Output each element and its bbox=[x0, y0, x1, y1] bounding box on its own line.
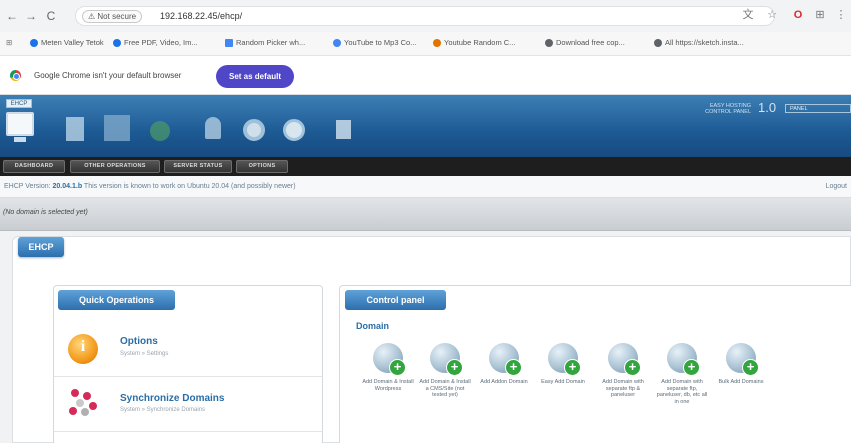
add-domain-icon bbox=[430, 343, 463, 376]
bookmark-icon bbox=[654, 38, 662, 47]
file-icon[interactable] bbox=[336, 120, 351, 139]
url-text[interactable]: 192.168.22.45/ehcp/ bbox=[160, 11, 242, 21]
header-version-number: 1.0 bbox=[758, 100, 777, 115]
sync-dot bbox=[71, 389, 79, 397]
add-domain-icon bbox=[667, 343, 700, 376]
control-panel-title: Control panel bbox=[345, 290, 446, 310]
divider bbox=[54, 431, 322, 432]
add-addon-domain-button[interactable]: Add Addon Domain bbox=[477, 343, 531, 386]
options-link[interactable]: Options bbox=[120, 336, 158, 347]
add-domain-wordpress-button[interactable]: Add Domain & Install Wordpress bbox=[361, 343, 415, 392]
bookmarks-bar: ⊞ Meten Valley Tetok Free PDF, Video, Im… bbox=[0, 32, 851, 56]
bookmark-icon bbox=[30, 38, 38, 47]
sync-dot bbox=[69, 407, 77, 415]
bookmark-7[interactable]: All https://sketch.insta... bbox=[654, 38, 744, 47]
default-browser-infobar: Google Chrome isn't your default browser… bbox=[0, 57, 851, 95]
not-secure-badge[interactable]: ⚠ Not secure bbox=[82, 10, 143, 23]
sync-dot bbox=[89, 402, 97, 410]
ehcp-header: EHCP EASY HOSTING CONTROL PANEL 1.0 PANE… bbox=[0, 95, 851, 157]
chrome-icon bbox=[10, 70, 21, 81]
header-brand-text: EASY HOSTING CONTROL PANEL bbox=[705, 103, 751, 115]
synchronize-domains-link[interactable]: Synchronize Domains bbox=[120, 393, 224, 404]
bulk-add-domains-button[interactable]: Bulk Add Domains bbox=[714, 343, 768, 386]
bookmark-5[interactable]: Youtube Random C... bbox=[433, 38, 515, 47]
domain-section-title: Domain bbox=[356, 321, 390, 331]
bookmark-1[interactable]: Meten Valley Tetok bbox=[30, 38, 104, 47]
bookmark-6[interactable]: Download free cop... bbox=[545, 38, 625, 47]
no-domain-text: (No domain is selected yet) bbox=[3, 209, 88, 216]
sync-dot bbox=[81, 408, 89, 416]
options-subtitle: System » Settings bbox=[120, 351, 169, 357]
ehcp-menu-bar: DASHBOARD OTHER OPERATIONS SERVER STATUS… bbox=[0, 157, 851, 176]
page-icon[interactable] bbox=[104, 115, 130, 141]
infobar-message: Google Chrome isn't your default browser bbox=[34, 71, 182, 80]
menu-icon[interactable]: ⋮ bbox=[833, 7, 849, 23]
bookmark-2[interactable]: Free PDF, Video, Im... bbox=[113, 38, 198, 47]
selected-domain-bar: (No domain is selected yet) bbox=[0, 198, 851, 231]
add-domain-icon bbox=[548, 343, 581, 376]
version-number: 20.04.1.b bbox=[52, 183, 83, 190]
bookmark-3[interactable]: Random Picker wh... bbox=[225, 38, 305, 47]
version-bar: EHCP Version: 20.04.1.b This version is … bbox=[0, 176, 851, 198]
browser-toolbar: ← → C ⚠ Not secure 192.168.22.45/ehcp/ 文… bbox=[0, 0, 851, 32]
bookmark-4[interactable]: YouTube to Mp3 Co... bbox=[333, 38, 416, 47]
header-version-badge: EHCP bbox=[6, 99, 32, 108]
sync-dot bbox=[83, 392, 91, 400]
tab-server-status[interactable]: SERVER STATUS bbox=[164, 160, 232, 173]
tab-options[interactable]: OPTIONS bbox=[236, 160, 288, 173]
tab-other-operations[interactable]: OTHER OPERATIONS bbox=[70, 160, 160, 173]
logout-link[interactable]: Logout bbox=[826, 183, 847, 190]
synchronize-icon[interactable] bbox=[67, 387, 100, 417]
bookmark-icon bbox=[225, 38, 233, 47]
bookmark-icon bbox=[545, 38, 553, 47]
user-icon[interactable] bbox=[205, 117, 221, 139]
header-panel-badge: PANEL bbox=[785, 104, 851, 113]
star-icon[interactable]: ☆ bbox=[764, 7, 780, 23]
version-info: EHCP Version: 20.04.1.b This version is … bbox=[4, 183, 296, 190]
add-domain-icon bbox=[489, 343, 522, 376]
synchronize-domains-subtitle: System » Synchronize Domains bbox=[120, 407, 206, 413]
gear-icon[interactable] bbox=[243, 119, 265, 141]
extension-icon[interactable]: ⊞ bbox=[812, 7, 828, 23]
add-domain-icon bbox=[608, 343, 641, 376]
quick-operations-title: Quick Operations bbox=[58, 290, 175, 310]
bookmark-icon bbox=[113, 38, 121, 47]
options-icon[interactable] bbox=[68, 334, 98, 364]
forward-icon[interactable]: → bbox=[24, 8, 38, 24]
bookmark-icon bbox=[333, 38, 341, 47]
world-icon[interactable] bbox=[283, 119, 305, 141]
set-default-button[interactable]: Set as default bbox=[216, 65, 294, 88]
add-domain-cms-button[interactable]: Add Domain & Install a CMS/Site (not tes… bbox=[418, 343, 472, 399]
apps-icon[interactable]: ⊞ bbox=[6, 38, 12, 47]
globe-icon[interactable] bbox=[150, 121, 170, 141]
add-domain-icon bbox=[373, 343, 406, 376]
add-domain-separate-ftp-button[interactable]: Add Domain with separate ftp & paneluser bbox=[596, 343, 650, 399]
reload-icon[interactable]: C bbox=[44, 8, 58, 24]
opera-icon[interactable]: O bbox=[790, 7, 806, 23]
bookmark-icon bbox=[433, 38, 441, 47]
add-domain-icon bbox=[726, 343, 759, 376]
easy-add-domain-button[interactable]: Easy Add Domain bbox=[536, 343, 590, 386]
monitor-icon[interactable] bbox=[6, 112, 34, 142]
tab-dashboard[interactable]: DASHBOARD bbox=[3, 160, 65, 173]
ehcp-panel-tab: EHCP bbox=[18, 237, 64, 257]
document-icon[interactable] bbox=[66, 117, 84, 141]
translate-icon[interactable]: 文 bbox=[740, 7, 756, 23]
divider bbox=[54, 376, 322, 377]
address-bar[interactable]: ⚠ Not secure 192.168.22.45/ehcp/ bbox=[75, 6, 775, 26]
back-icon[interactable]: ← bbox=[5, 8, 19, 24]
sync-dot bbox=[76, 399, 84, 407]
add-domain-all-in-one-button[interactable]: Add Domain with separate ftp, paneluser,… bbox=[655, 343, 709, 405]
